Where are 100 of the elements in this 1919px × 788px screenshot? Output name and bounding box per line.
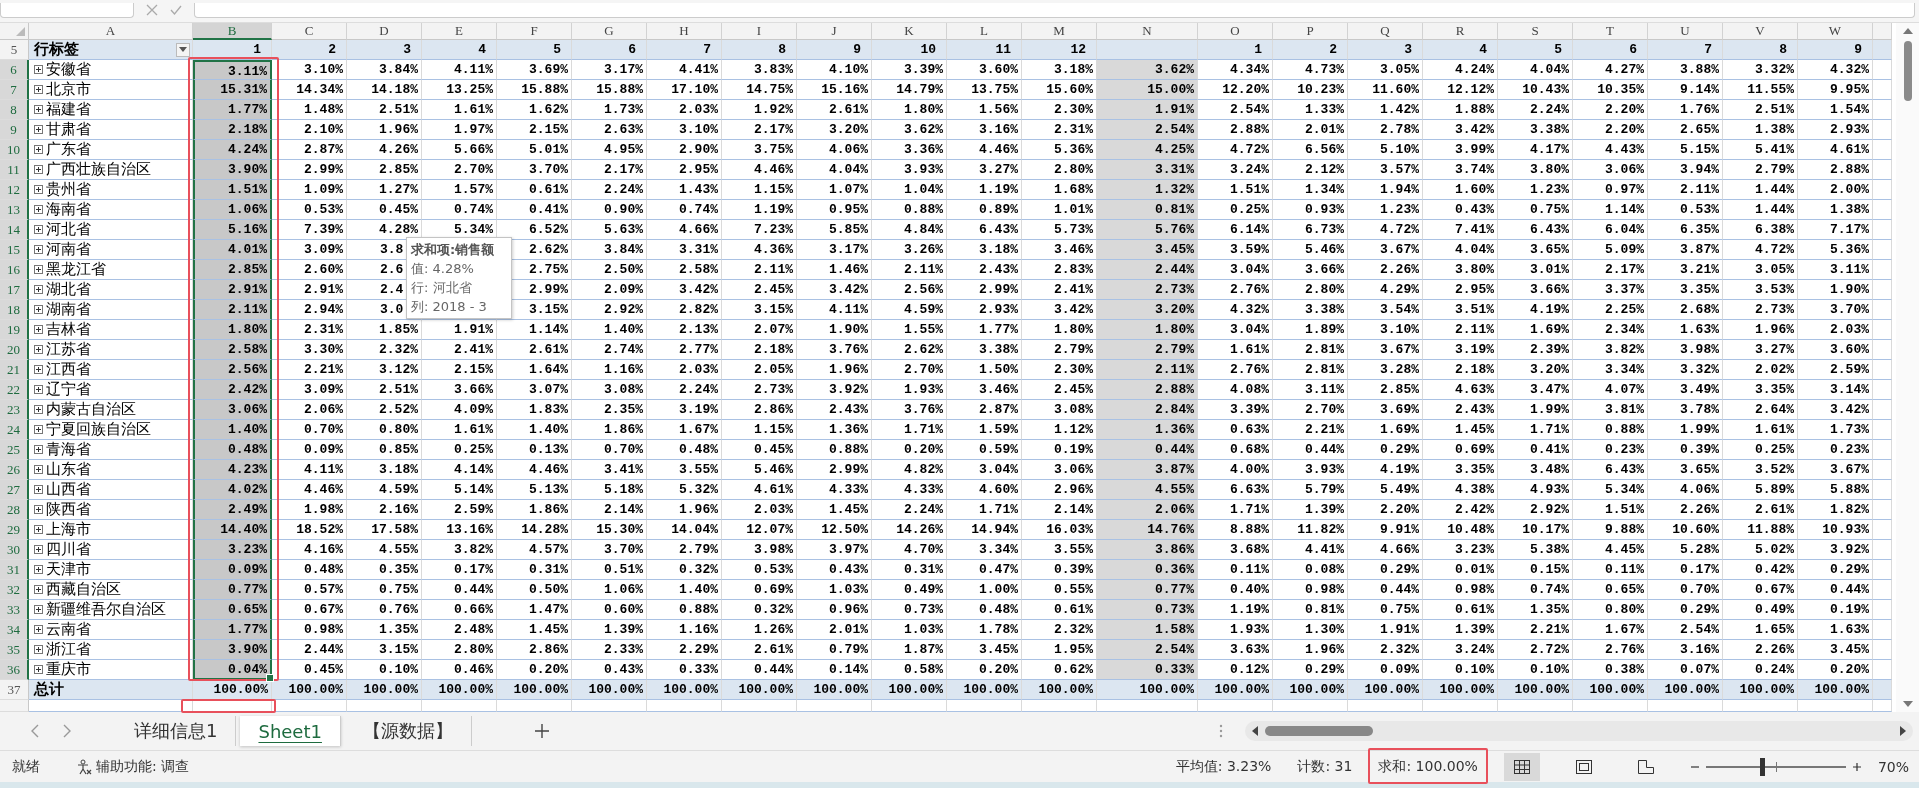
scroll-left-icon[interactable] xyxy=(1251,725,1259,737)
column-header[interactable]: T xyxy=(1573,23,1648,40)
vertical-scrollbar[interactable] xyxy=(1896,23,1919,712)
column-header[interactable]: F xyxy=(497,23,572,40)
column-header[interactable]: I xyxy=(722,23,797,40)
column-header[interactable]: Q xyxy=(1348,23,1423,40)
expand-icon[interactable] xyxy=(34,325,43,334)
row-number[interactable]: 21 xyxy=(0,360,29,380)
expand-icon[interactable] xyxy=(34,465,43,474)
row-number[interactable]: 35 xyxy=(0,640,29,660)
row-number[interactable]: 37 xyxy=(0,680,29,700)
expand-icon[interactable] xyxy=(34,105,43,114)
filter-dropdown-button[interactable] xyxy=(176,42,190,57)
expand-icon[interactable] xyxy=(34,425,43,434)
scrollbar-thumb[interactable] xyxy=(1265,726,1373,736)
row-number[interactable]: 28 xyxy=(0,500,29,520)
view-button[interactable] xyxy=(1503,752,1540,781)
scroll-right-icon[interactable] xyxy=(1899,725,1907,737)
column-header[interactable]: H xyxy=(647,23,722,40)
sheet-tab[interactable]: Sheet1 xyxy=(240,716,341,746)
accessibility-status[interactable]: 辅助功能: 调查 xyxy=(96,757,190,776)
grip-icon[interactable] xyxy=(1219,724,1223,738)
column-header[interactable]: E xyxy=(422,23,497,40)
row-number[interactable]: 13 xyxy=(0,200,29,220)
expand-icon[interactable] xyxy=(34,625,43,634)
column-header[interactable]: V xyxy=(1723,23,1798,40)
expand-icon[interactable] xyxy=(34,525,43,534)
expand-icon[interactable] xyxy=(34,245,43,254)
column-header[interactable]: D xyxy=(347,23,422,40)
zoom-in-icon[interactable] xyxy=(1851,761,1862,772)
expand-icon[interactable] xyxy=(34,345,43,354)
row-number[interactable]: 10 xyxy=(0,140,29,160)
row-number[interactable]: 18 xyxy=(0,300,29,320)
row-number[interactable]: 22 xyxy=(0,380,29,400)
expand-icon[interactable] xyxy=(34,605,43,614)
accessibility-icon[interactable] xyxy=(76,758,92,775)
expand-icon[interactable] xyxy=(34,485,43,494)
expand-icon[interactable] xyxy=(34,365,43,374)
column-header[interactable]: O xyxy=(1198,23,1273,40)
check-icon[interactable] xyxy=(170,4,182,16)
column-header[interactable]: J xyxy=(797,23,872,40)
column-header[interactable]: R xyxy=(1423,23,1498,40)
zoom-level[interactable]: 70% xyxy=(1877,758,1909,775)
sheet-tab[interactable]: 【源数据】 xyxy=(344,716,472,746)
expand-icon[interactable] xyxy=(34,545,43,554)
expand-icon[interactable] xyxy=(34,585,43,594)
column-header[interactable]: L xyxy=(947,23,1022,40)
expand-icon[interactable] xyxy=(34,285,43,294)
column-header[interactable]: M xyxy=(1022,23,1097,40)
column-header[interactable]: K xyxy=(872,23,947,40)
previous-sheet-icon[interactable] xyxy=(30,724,40,738)
row-number[interactable]: 7 xyxy=(0,80,29,100)
fill-handle[interactable] xyxy=(266,674,274,682)
row-number[interactable]: 17 xyxy=(0,280,29,300)
expand-icon[interactable] xyxy=(34,165,43,174)
row-number[interactable]: 31 xyxy=(0,560,29,580)
add-sheet-icon[interactable] xyxy=(533,723,550,739)
row-number[interactable]: 9 xyxy=(0,120,29,140)
column-header[interactable]: P xyxy=(1273,23,1348,40)
expand-icon[interactable] xyxy=(34,405,43,414)
scrollbar-thumb[interactable] xyxy=(1903,41,1912,101)
column-header[interactable]: C xyxy=(272,23,347,40)
column-header[interactable]: W xyxy=(1798,23,1873,40)
row-number[interactable]: 23 xyxy=(0,400,29,420)
row-number[interactable]: 25 xyxy=(0,440,29,460)
expand-icon[interactable] xyxy=(34,225,43,234)
expand-icon[interactable] xyxy=(34,265,43,274)
row-number[interactable]: 26 xyxy=(0,460,29,480)
row-number[interactable]: 15 xyxy=(0,240,29,260)
expand-icon[interactable] xyxy=(34,385,43,394)
row-number[interactable]: 27 xyxy=(0,480,29,500)
row-number[interactable]: 33 xyxy=(0,600,29,620)
row-number[interactable]: 20 xyxy=(0,340,29,360)
row-number[interactable]: 5 xyxy=(0,40,29,60)
expand-icon[interactable] xyxy=(34,445,43,454)
row-number[interactable]: 29 xyxy=(0,520,29,540)
row-number[interactable]: 14 xyxy=(0,220,29,240)
scroll-up-icon[interactable] xyxy=(1901,27,1914,35)
row-number[interactable]: 12 xyxy=(0,180,29,200)
next-sheet-icon[interactable] xyxy=(62,724,72,738)
expand-icon[interactable] xyxy=(34,185,43,194)
formula-field[interactable] xyxy=(194,3,1915,18)
column-header[interactable]: G xyxy=(572,23,647,40)
expand-icon[interactable] xyxy=(34,565,43,574)
row-number[interactable]: 19 xyxy=(0,320,29,340)
sheet-tab[interactable]: 详细信息1 xyxy=(116,716,237,746)
column-header[interactable]: U xyxy=(1648,23,1723,40)
column-header[interactable]: N xyxy=(1097,23,1198,40)
row-number[interactable]: 8 xyxy=(0,100,29,120)
row-number[interactable]: 11 xyxy=(0,160,29,180)
column-header[interactable]: S xyxy=(1498,23,1573,40)
column-header[interactable]: B xyxy=(193,23,272,40)
expand-icon[interactable] xyxy=(34,665,43,674)
row-number[interactable]: 16 xyxy=(0,260,29,280)
horizontal-scrollbar[interactable] xyxy=(1245,721,1913,741)
row-number[interactable]: 30 xyxy=(0,540,29,560)
expand-icon[interactable] xyxy=(34,505,43,514)
expand-icon[interactable] xyxy=(34,145,43,154)
row-number[interactable]: 6 xyxy=(0,60,29,80)
row-number[interactable]: 36 xyxy=(0,660,29,680)
